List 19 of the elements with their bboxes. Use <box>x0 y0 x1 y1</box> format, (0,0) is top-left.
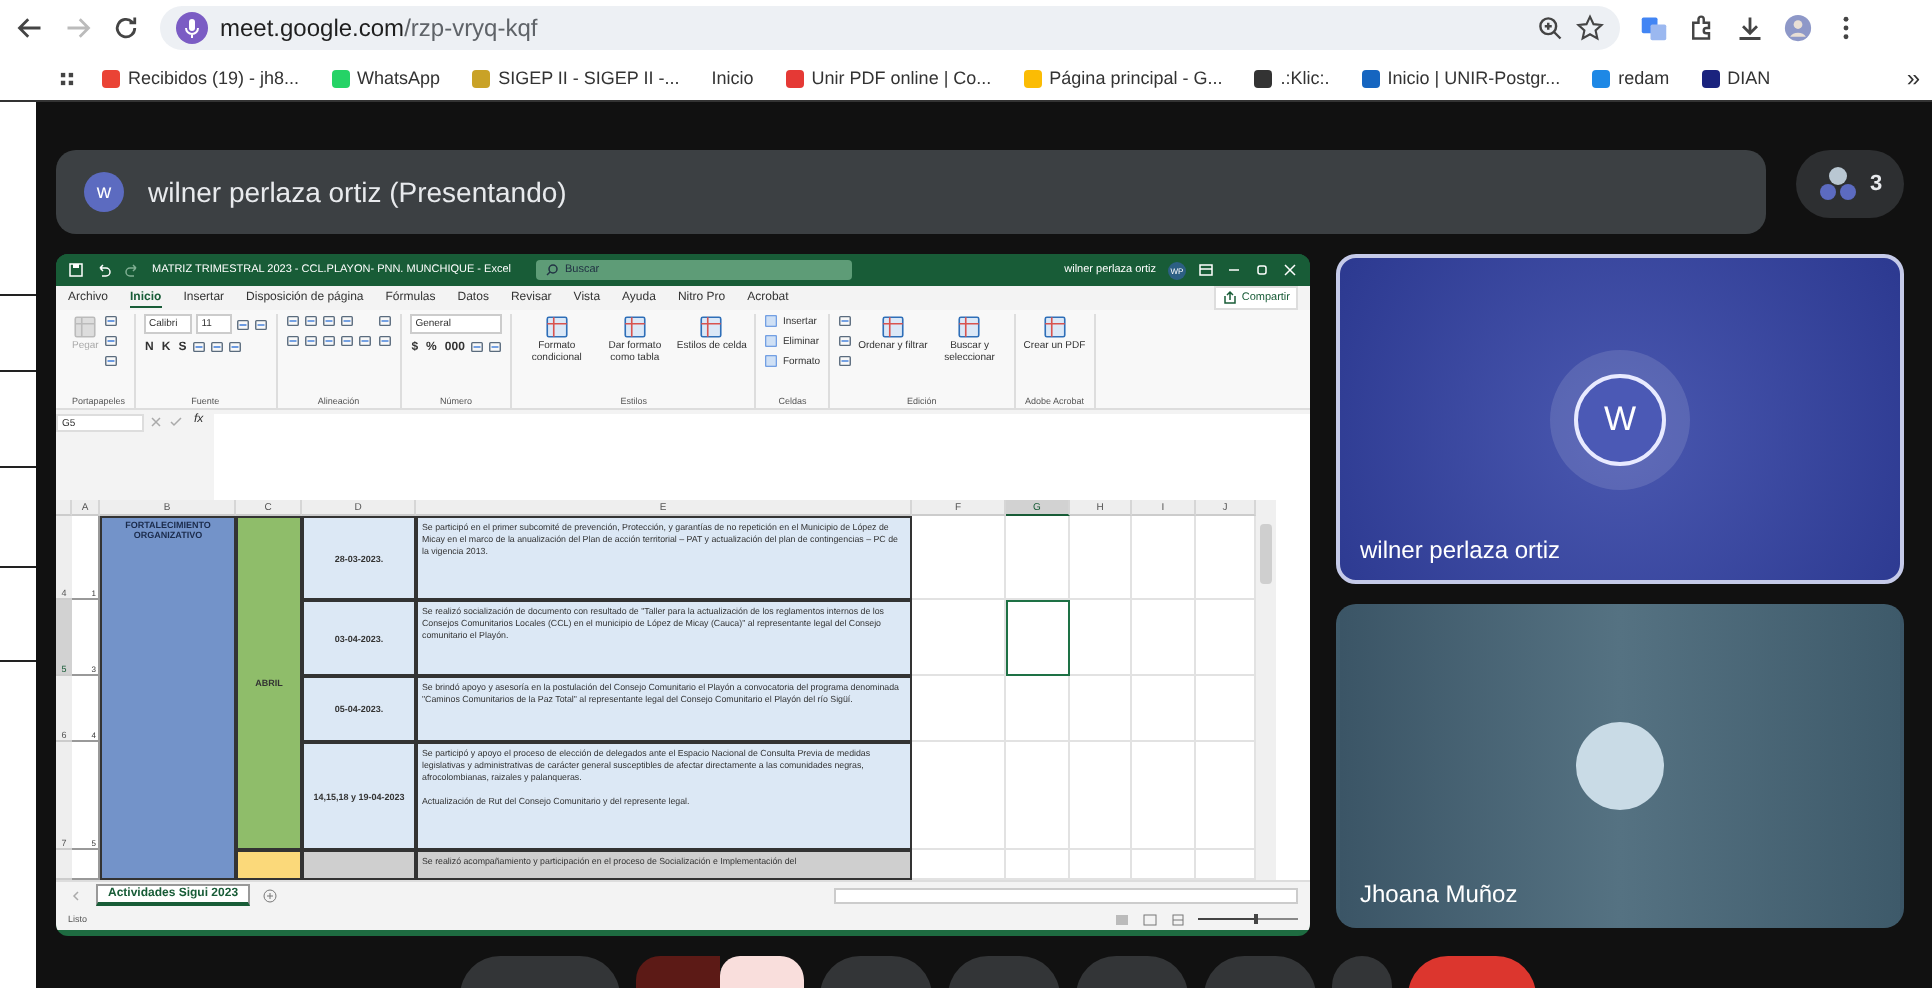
bookmark[interactable]: Recibidos (19) - jh8... <box>98 64 304 92</box>
participant-name: wilner perlaza ortiz <box>1360 536 1561 564</box>
bookmark[interactable]: SIGEP II - SIGEP II -... <box>468 64 684 92</box>
more-bookmarks-button[interactable]: » <box>1906 64 1920 92</box>
bookmark[interactable]: Inicio | UNIR-Postgr... <box>1357 64 1565 92</box>
bookmark[interactable]: Inicio <box>707 64 758 92</box>
bookmark[interactable]: DIAN <box>1697 64 1775 92</box>
url-text: meet.google.com/rzp-vryq-kqf <box>220 14 540 42</box>
presenter-label: wilner perlaza ortiz (Presentando) <box>148 176 567 208</box>
bookmark[interactable]: redam <box>1588 64 1674 92</box>
address-bar[interactable]: meet.google.com/rzp-vryq-kqf <box>160 6 1620 50</box>
bookmark[interactable]: WhatsApp <box>327 64 445 92</box>
bookmark[interactable]: Página principal - G... <box>1019 64 1227 92</box>
participant-name: Jhoana Muñoz <box>1360 880 1518 908</box>
presenter-avatar: w <box>84 172 124 212</box>
bookmark[interactable]: Unir PDF online | Co... <box>781 64 996 92</box>
participant-avatar: W <box>1574 373 1666 465</box>
bookmark[interactable]: .:Klic:. <box>1250 64 1334 92</box>
participants-button[interactable]: 3 <box>1796 150 1904 218</box>
